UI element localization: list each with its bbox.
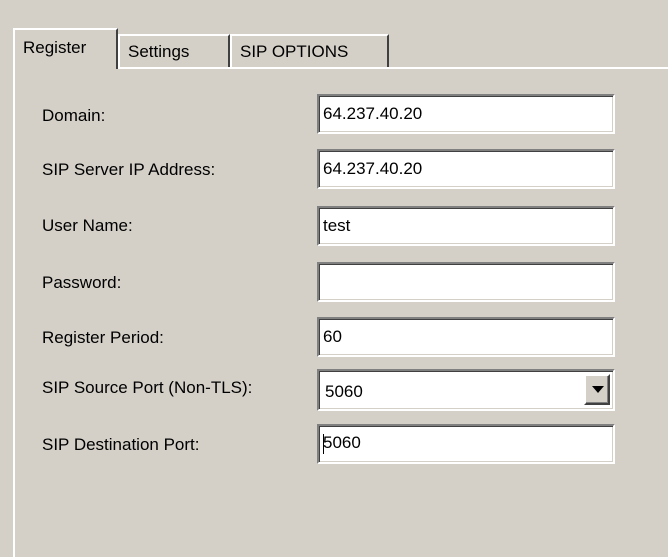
sip-destination-port-field[interactable]: 5060 [317,424,615,464]
register-period-field[interactable] [317,317,615,357]
tab-register-label: Register [23,38,87,57]
sip-server-ip-field[interactable] [317,149,615,189]
sip-destination-port-value: 5060 [323,433,361,452]
user-name-label: User Name: [42,216,133,235]
register-panel: Domain: SIP Server IP Address: User Name… [13,67,668,557]
password-label: Password: [42,273,122,292]
tab-register[interactable]: Register [13,28,118,69]
domain-label: Domain: [42,106,106,125]
domain-field[interactable] [317,94,615,134]
sip-source-port-select[interactable]: 5060 [317,369,615,411]
sip-server-ip-label: SIP Server IP Address: [42,160,216,179]
chevron-down-icon [592,386,604,393]
tab-sip-options-label: SIP OPTIONS [240,42,349,61]
dropdown-button[interactable] [584,374,610,405]
text-caret [323,434,324,454]
tab-sip-options[interactable]: SIP OPTIONS [230,34,389,67]
register-dialog: Register Settings SIP OPTIONS Domain: SI… [0,0,668,557]
tab-settings[interactable]: Settings [118,34,230,67]
tab-settings-label: Settings [128,42,190,61]
register-period-label: Register Period: [42,328,164,347]
password-field[interactable] [317,262,615,302]
sip-source-port-label: SIP Source Port (Non-TLS): [42,378,253,397]
sip-destination-port-label: SIP Destination Port: [42,435,200,454]
sip-source-port-value: 5060 [325,382,363,401]
user-name-field[interactable] [317,206,615,246]
